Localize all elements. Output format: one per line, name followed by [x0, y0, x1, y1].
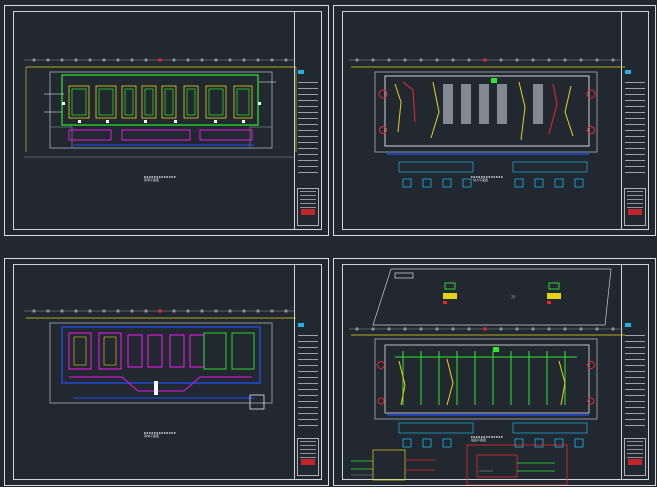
drawing-sheet-2[interactable]: 动力平面图	[333, 5, 656, 236]
floor-plan-power[interactable]	[343, 12, 631, 232]
sheet-caption: 插座平面图	[471, 438, 487, 442]
sheet-1-frame: 照明平面图	[13, 11, 322, 230]
sheet-4-frame: ?? 插座平面图	[342, 264, 649, 485]
sheet-caption: 动力平面图	[473, 178, 489, 182]
detail-text: ??	[511, 295, 515, 300]
floor-plan-lighting[interactable]	[14, 12, 304, 192]
sheet-3-frame: 弱电平面图	[13, 264, 322, 480]
floor-plan-low-voltage[interactable]	[14, 265, 304, 445]
drawing-sheet-1[interactable]: 照明平面图	[4, 5, 329, 236]
drawing-sheet-4[interactable]: ?? 插座平面图	[333, 258, 656, 486]
floor-plan-sockets[interactable]: ??	[343, 265, 633, 485]
drawing-sheet-3[interactable]: 弱电平面图	[4, 258, 329, 486]
sheet-caption: 弱电平面图	[144, 434, 160, 438]
sheet-caption: 照明平面图	[144, 178, 160, 182]
sheet-2-frame: 动力平面图	[342, 11, 649, 230]
